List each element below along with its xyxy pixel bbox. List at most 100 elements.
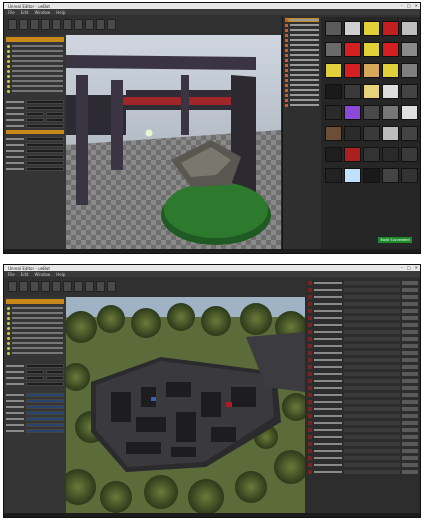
cinematics-button[interactable] xyxy=(74,281,83,292)
asset-thumbnail[interactable] xyxy=(344,147,361,162)
menu-edit[interactable]: Edit xyxy=(21,10,29,15)
visibility-icon[interactable] xyxy=(308,372,312,376)
property-field[interactable] xyxy=(26,166,64,171)
visibility-icon[interactable] xyxy=(308,316,312,320)
table-row[interactable] xyxy=(285,98,319,102)
asset-thumbnail[interactable] xyxy=(344,21,361,36)
property-field[interactable] xyxy=(26,404,64,409)
table-row[interactable] xyxy=(308,434,418,440)
asset-thumbnail[interactable] xyxy=(344,42,361,57)
property-field[interactable] xyxy=(26,111,44,116)
property-field[interactable] xyxy=(26,99,64,104)
close-icon[interactable]: ✕ xyxy=(415,3,418,8)
asset-thumbnail[interactable] xyxy=(363,168,380,183)
source-control-button[interactable] xyxy=(19,19,28,30)
play-button[interactable] xyxy=(96,19,105,30)
table-row[interactable] xyxy=(308,448,418,454)
asset-thumbnail[interactable] xyxy=(401,84,418,99)
property-field[interactable] xyxy=(26,381,64,386)
visibility-icon[interactable] xyxy=(308,435,312,439)
menu-help[interactable]: Help xyxy=(56,272,65,277)
table-row[interactable] xyxy=(285,33,319,37)
visibility-icon[interactable] xyxy=(308,365,312,369)
launch-button[interactable] xyxy=(107,19,116,30)
asset-thumbnail[interactable] xyxy=(325,63,342,78)
property-field[interactable] xyxy=(26,136,64,141)
table-row[interactable] xyxy=(308,385,418,391)
property-field[interactable] xyxy=(26,392,64,397)
table-row[interactable] xyxy=(285,48,319,52)
level-viewport[interactable] xyxy=(66,297,305,513)
table-row[interactable] xyxy=(308,315,418,321)
table-row[interactable] xyxy=(308,371,418,377)
table-row[interactable] xyxy=(308,399,418,405)
build-button[interactable] xyxy=(85,281,94,292)
list-item[interactable] xyxy=(7,346,63,350)
visibility-icon[interactable] xyxy=(308,442,312,446)
menu-file[interactable]: File xyxy=(8,272,15,277)
table-row[interactable] xyxy=(308,441,418,447)
visibility-icon[interactable] xyxy=(308,295,312,299)
property-field[interactable] xyxy=(26,148,64,153)
asset-thumbnail[interactable] xyxy=(363,105,380,120)
list-item[interactable] xyxy=(7,44,63,48)
visibility-icon[interactable] xyxy=(308,470,312,474)
asset-thumbnail[interactable] xyxy=(363,42,380,57)
list-item[interactable] xyxy=(7,326,63,330)
table-row[interactable] xyxy=(308,462,418,468)
source-control-button[interactable] xyxy=(19,281,28,292)
visibility-icon[interactable] xyxy=(308,400,312,404)
property-field[interactable] xyxy=(26,398,64,403)
table-row[interactable] xyxy=(285,88,319,92)
property-field[interactable] xyxy=(46,375,64,380)
menu-edit[interactable]: Edit xyxy=(21,272,29,277)
property-field[interactable] xyxy=(26,105,64,110)
maximize-icon[interactable]: □ xyxy=(407,265,411,270)
list-item[interactable] xyxy=(7,64,63,68)
asset-thumbnail[interactable] xyxy=(325,126,342,141)
menu-window[interactable]: Window xyxy=(34,10,50,15)
asset-thumbnail[interactable] xyxy=(382,147,399,162)
content-button[interactable] xyxy=(30,19,39,30)
visibility-icon[interactable] xyxy=(308,288,312,292)
settings-button[interactable] xyxy=(52,281,61,292)
table-row[interactable] xyxy=(285,63,319,67)
property-field[interactable] xyxy=(26,375,44,380)
asset-thumbnail[interactable] xyxy=(382,21,399,36)
asset-thumbnail[interactable] xyxy=(363,21,380,36)
asset-thumbnail[interactable] xyxy=(382,84,399,99)
table-row[interactable] xyxy=(285,78,319,82)
asset-thumbnail[interactable] xyxy=(382,168,399,183)
asset-thumbnail[interactable] xyxy=(325,168,342,183)
asset-thumbnail[interactable] xyxy=(382,105,399,120)
table-row[interactable] xyxy=(308,420,418,426)
table-row[interactable] xyxy=(308,343,418,349)
asset-thumbnail[interactable] xyxy=(401,21,418,36)
property-field[interactable] xyxy=(46,117,64,122)
save-button[interactable] xyxy=(8,281,17,292)
visibility-icon[interactable] xyxy=(308,421,312,425)
table-row[interactable] xyxy=(308,350,418,356)
asset-thumbnail[interactable] xyxy=(401,63,418,78)
asset-thumbnail[interactable] xyxy=(325,42,342,57)
table-row[interactable] xyxy=(285,83,319,87)
visibility-icon[interactable] xyxy=(308,407,312,411)
asset-thumbnail[interactable] xyxy=(325,84,342,99)
list-item[interactable] xyxy=(7,311,63,315)
list-item[interactable] xyxy=(7,321,63,325)
visibility-icon[interactable] xyxy=(308,337,312,341)
asset-thumbnail[interactable] xyxy=(382,126,399,141)
list-item[interactable] xyxy=(7,59,63,63)
visibility-icon[interactable] xyxy=(308,330,312,334)
minimize-icon[interactable]: – xyxy=(401,3,403,8)
table-row[interactable] xyxy=(308,357,418,363)
section-header[interactable] xyxy=(6,130,64,134)
list-item[interactable] xyxy=(7,74,63,78)
save-button[interactable] xyxy=(8,19,17,30)
table-row[interactable] xyxy=(308,364,418,370)
asset-thumbnail[interactable] xyxy=(363,84,380,99)
blueprints-button[interactable] xyxy=(63,19,72,30)
table-row[interactable] xyxy=(285,53,319,57)
table-row[interactable] xyxy=(285,68,319,72)
table-row[interactable] xyxy=(285,43,319,47)
